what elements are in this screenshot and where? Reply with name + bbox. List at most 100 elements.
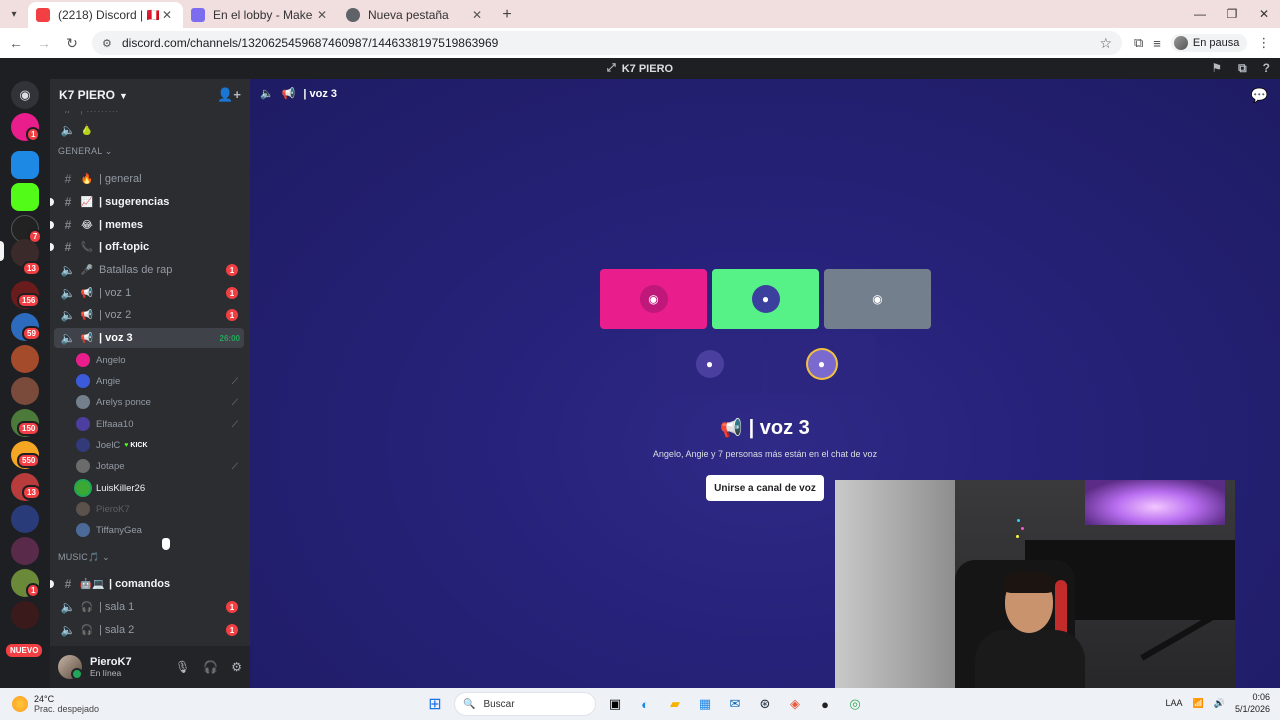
server-icon[interactable] [11, 601, 39, 629]
taskbar-search[interactable]: 🔍 Buscar [454, 692, 596, 716]
chevron-down-icon: ▼ [119, 91, 128, 101]
voice-user[interactable]: PieroK7 [76, 499, 246, 519]
back-arrow-icon[interactable]: ← [4, 31, 28, 55]
close-window-icon[interactable]: ✕ [1248, 0, 1280, 28]
browser-tab-discord[interactable]: (2218) Discord | 🇵🇪 | voz 3 | K7 ✕ [28, 2, 183, 28]
edge-icon[interactable]: ◐ [634, 693, 656, 715]
user-avatar[interactable] [58, 655, 83, 680]
unread-badge: 1 [26, 583, 41, 598]
voice-user[interactable]: Angie ⟋ [76, 371, 246, 391]
participant-tile[interactable]: ◉ [824, 269, 931, 329]
extensions-icon[interactable]: ⧉ [1134, 35, 1143, 51]
category-general[interactable]: GENERAL ⌄ [58, 146, 113, 157]
channel-voz-3[interactable]: 🔈 📢 | voz 3 26:00 [54, 328, 244, 348]
channel-voice-unnamed[interactable]: 🔈 🍐 [54, 120, 244, 140]
voice-user[interactable]: Arelys ponce ⟋ [76, 392, 246, 412]
mention-badge: 1 [226, 264, 238, 276]
profile-button[interactable]: En pausa [1170, 34, 1248, 52]
server-icon[interactable] [11, 537, 39, 565]
channel-comandos[interactable]: # 🤖💻 | comandos [50, 574, 244, 594]
megaphone-icon: 📢 [80, 309, 94, 321]
participant-tile[interactable]: ● [656, 334, 763, 394]
media-control-icon[interactable]: ≡ [1153, 36, 1161, 51]
tab-search-icon[interactable]: ▾ [0, 0, 28, 28]
channel-memes[interactable]: # 😂 | memes [50, 215, 244, 235]
language-indicator[interactable]: LAA [1166, 698, 1183, 708]
voice-user[interactable]: JoelC ♥ KICK [76, 435, 246, 455]
microphone-icon[interactable]: 🎙 [175, 660, 190, 674]
participant-tile[interactable]: ◉ [600, 269, 707, 329]
mention-badge: 1 [226, 287, 238, 299]
browser-tab-makeitmeme[interactable]: En el lobby - Make it Meme ✕ [183, 2, 338, 28]
wifi-icon[interactable]: 📶 [1193, 698, 1204, 709]
new-tab-plus-icon[interactable]: + [493, 2, 521, 28]
invite-people-icon[interactable]: 👤+ [217, 87, 241, 103]
chat-bubble-icon[interactable]: 💬 [1251, 87, 1268, 104]
participant-tile[interactable]: ● [712, 269, 819, 329]
close-tab-icon[interactable]: ✕ [159, 8, 175, 22]
hash-icon: # [64, 577, 72, 591]
channel-off-topic[interactable]: # 📞 | off-topic [50, 237, 244, 257]
mouse-cursor-icon [162, 538, 170, 550]
discord-home-icon[interactable]: ◉ [11, 81, 39, 109]
app-icon[interactable]: ◈ [784, 693, 806, 715]
server-icon[interactable] [11, 345, 39, 373]
server-icon[interactable] [11, 151, 39, 179]
unread-badge: 150 [17, 421, 41, 436]
server-icon[interactable] [11, 183, 39, 211]
user-info[interactable]: PieroK7 En línea [90, 656, 162, 678]
voice-user[interactable]: LuisKiller26 [76, 478, 246, 498]
browser-tab-new[interactable]: Nueva pestaña ✕ [338, 2, 493, 28]
volume-icon[interactable]: 🔊 [1214, 698, 1225, 709]
system-clock[interactable]: 0:06 5/1/2026 [1235, 691, 1270, 715]
maximize-icon[interactable]: ❐ [1216, 0, 1248, 28]
help-icon[interactable]: ? [1263, 61, 1270, 76]
channel-sugerencias[interactable]: # 📈 | sugerencias [50, 192, 244, 212]
inbox-flag-icon[interactable]: ⚑ [1211, 61, 1222, 76]
bookmark-star-icon[interactable]: ☆ [1099, 35, 1112, 52]
server-icon[interactable] [11, 505, 39, 533]
server-icon[interactable] [11, 377, 39, 405]
forward-arrow-icon[interactable]: → [32, 31, 56, 55]
category-music[interactable]: MUSIC🎵 ⌄ [58, 552, 110, 563]
channel-general[interactable]: # 🔥 | general [54, 169, 244, 189]
participant-tile[interactable]: ● [768, 334, 875, 394]
channel-batallas-de-rap[interactable]: 🔈 🎤 Batallas de rap 1 [54, 260, 244, 280]
url-field[interactable]: ⚙ discord.com/channels/13206254596874609… [92, 31, 1122, 55]
muted-mic-icon: ⟋ [231, 375, 238, 386]
task-view-icon[interactable]: ▣ [604, 693, 626, 715]
obs-icon[interactable]: ● [814, 693, 836, 715]
server-header[interactable]: K7 PIERO ▼ 👤+ [50, 79, 250, 111]
channel-list: #| ……… 🔈🍐 GENERAL ⌄ # 🔥 | general # 📈 | … [50, 111, 250, 641]
store-icon[interactable]: ▦ [694, 693, 716, 715]
channel-voz-1[interactable]: 🔈 📢 | voz 1 1 [54, 283, 244, 303]
browser-menu-icon[interactable]: ⋮ [1257, 35, 1270, 51]
voice-user[interactable]: TiffanyGea [76, 520, 246, 540]
headphones-icon[interactable]: 🎧 [203, 660, 218, 674]
channel-sala-2[interactable]: 🔈 🎧 | sala 2 1 [54, 620, 244, 640]
outlook-icon[interactable]: ✉ [724, 693, 746, 715]
channel-sala-1[interactable]: 🔈 🎧 | sala 1 1 [54, 597, 244, 617]
voice-user[interactable]: Jotape ⟋ [76, 456, 246, 476]
close-tab-icon[interactable]: ✕ [314, 8, 330, 22]
channel-partial[interactable]: #| ……… [54, 111, 244, 119]
close-tab-icon[interactable]: ✕ [469, 8, 485, 22]
speaker-icon: 🔈 [60, 123, 76, 137]
reload-icon[interactable]: ↻ [60, 31, 84, 55]
streamer [975, 571, 1085, 705]
file-explorer-icon[interactable]: ▰ [664, 693, 686, 715]
windows-start-icon[interactable]: ⊞ [424, 693, 446, 715]
voice-user[interactable]: Angelo [76, 350, 246, 370]
weather-widget[interactable]: 24°C Prac. despejado [12, 694, 99, 714]
channel-voz-2[interactable]: 🔈 📢 | voz 2 1 [54, 305, 244, 325]
steam-icon[interactable]: ⊛ [754, 693, 776, 715]
popout-icon[interactable]: ⧉ [1238, 61, 1247, 76]
site-info-icon[interactable]: ⚙ [102, 37, 116, 50]
discord-avatar: ◉ [639, 285, 668, 313]
voice-user[interactable]: Elfaaa10 ⟋ [76, 414, 246, 434]
settings-gear-icon[interactable]: ⚙ [231, 660, 242, 674]
join-voice-button[interactable]: Unirse a canal de voz [706, 475, 824, 501]
minimize-icon[interactable]: — [1184, 0, 1216, 28]
chrome-icon[interactable]: ◎ [844, 693, 866, 715]
mention-badge: 1 [226, 624, 238, 636]
